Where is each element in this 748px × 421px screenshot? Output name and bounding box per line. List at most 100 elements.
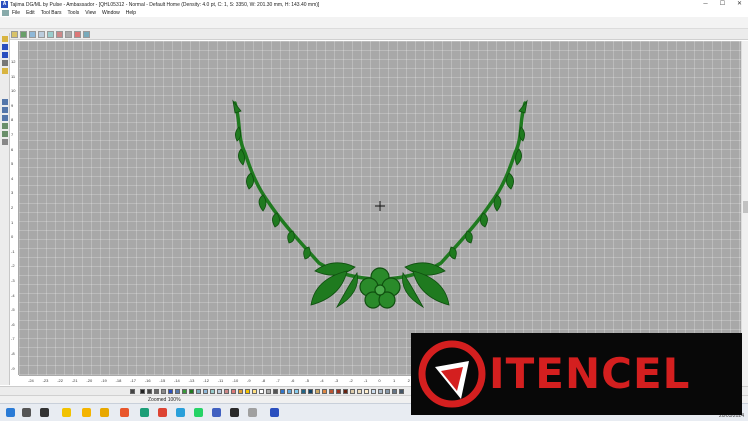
palette-swatch[interactable] [161, 389, 166, 394]
palette-swatch[interactable] [287, 389, 292, 394]
palette-swatch[interactable] [168, 389, 173, 394]
ruler-tick-label: -7 [11, 336, 15, 342]
help-icon[interactable] [2, 68, 8, 74]
open-file-icon[interactable] [20, 30, 27, 38]
new-file-icon[interactable] [11, 30, 18, 38]
fill-icon[interactable] [56, 30, 63, 38]
zoom-out-icon[interactable] [2, 115, 8, 121]
palette-swatch[interactable] [392, 389, 397, 394]
zoom-in-icon[interactable] [2, 107, 8, 113]
ruler-tick-label: -4 [320, 378, 324, 383]
norton-icon[interactable] [62, 408, 71, 417]
chrome-icon[interactable] [158, 408, 167, 417]
palette-swatch[interactable] [140, 389, 145, 394]
palette-swatch[interactable] [175, 389, 180, 394]
brand-logo-icon [418, 340, 486, 408]
grid-icon[interactable] [47, 30, 54, 38]
maximize-button[interactable]: ☐ [714, 0, 731, 9]
palette-swatch[interactable] [329, 389, 334, 394]
palette-swatch[interactable] [357, 389, 362, 394]
search-icon[interactable] [22, 408, 31, 417]
menu-file[interactable]: File [12, 10, 20, 16]
whatsapp-icon[interactable] [194, 408, 203, 417]
view-3d-icon[interactable] [83, 30, 90, 38]
vertical-scrollbar[interactable] [741, 41, 748, 386]
palette-swatch[interactable] [210, 389, 215, 394]
palette-swatch[interactable] [154, 389, 159, 394]
menu-window[interactable]: Window [102, 10, 120, 16]
ruler-tick-label: -21 [71, 378, 78, 383]
design-canvas[interactable] [19, 41, 741, 375]
palette-swatch[interactable] [385, 389, 390, 394]
scrollbar-thumb[interactable] [743, 201, 748, 213]
app-icon[interactable] [230, 408, 239, 417]
palette-swatch[interactable] [224, 389, 229, 394]
pencil-icon[interactable] [2, 139, 8, 145]
palette-swatch[interactable] [343, 389, 348, 394]
menu-view[interactable]: View [85, 10, 96, 16]
palette-swatch[interactable] [301, 389, 306, 394]
palette-swatch[interactable] [273, 389, 278, 394]
close-button[interactable]: ✕ [731, 0, 748, 9]
palette-arrow-icon[interactable] [130, 389, 135, 394]
arrow-up-icon[interactable] [2, 44, 8, 50]
ruler-tick-label: 8 [11, 117, 14, 123]
ruler-tick-label: 2 [407, 378, 410, 383]
measure-icon[interactable] [2, 131, 8, 137]
menu-help[interactable]: Help [126, 10, 136, 16]
folder-icon[interactable] [2, 36, 8, 42]
palette-swatch[interactable] [259, 389, 264, 394]
pan-icon[interactable] [2, 123, 8, 129]
palette-swatch[interactable] [266, 389, 271, 394]
arrow-down-icon[interactable] [2, 52, 8, 58]
embroidery-design[interactable] [19, 41, 741, 375]
color-icon[interactable] [74, 30, 81, 38]
palette-swatch[interactable] [350, 389, 355, 394]
palette-swatch[interactable] [294, 389, 299, 394]
app-icon[interactable] [212, 408, 221, 417]
document-icon[interactable] [2, 10, 9, 16]
palette-swatch[interactable] [147, 389, 152, 394]
menu-tools[interactable]: Tools [68, 10, 80, 16]
printer-icon[interactable] [2, 60, 8, 66]
task-view-icon[interactable] [40, 408, 49, 417]
telegram-icon[interactable] [176, 408, 185, 417]
menu-tool-bars[interactable]: Tool Bars [41, 10, 62, 16]
leaf [465, 230, 473, 244]
palette-swatch[interactable] [189, 389, 194, 394]
explorer-icon[interactable] [82, 408, 91, 417]
palette-swatch[interactable] [203, 389, 208, 394]
app-icon[interactable] [248, 408, 257, 417]
minimize-button[interactable]: ─ [697, 0, 714, 9]
tajima-taskbar-icon[interactable] [270, 408, 279, 417]
palette-swatch[interactable] [245, 389, 250, 394]
firefox-icon[interactable] [120, 408, 129, 417]
palette-swatch[interactable] [238, 389, 243, 394]
palette-swatch[interactable] [322, 389, 327, 394]
palette-swatch[interactable] [399, 389, 404, 394]
palette-swatch[interactable] [182, 389, 187, 394]
stitch-icon[interactable] [65, 30, 72, 38]
ruler-tick-label: -6 [290, 378, 295, 383]
folder-icon[interactable] [100, 408, 109, 417]
palette-swatch[interactable] [308, 389, 313, 394]
palette-swatch[interactable] [336, 389, 341, 394]
palette-swatch[interactable] [217, 389, 222, 394]
palette-swatch[interactable] [364, 389, 369, 394]
palette-swatch[interactable] [280, 389, 285, 394]
palette-swatch[interactable] [371, 389, 376, 394]
left-vine [233, 101, 373, 281]
edge-icon[interactable] [140, 408, 149, 417]
palette-swatch[interactable] [252, 389, 257, 394]
palette-swatch[interactable] [315, 389, 320, 394]
leaf [232, 99, 242, 114]
palette-swatch[interactable] [196, 389, 201, 394]
palette-swatch[interactable] [378, 389, 383, 394]
design-icon[interactable] [29, 30, 36, 38]
select-icon[interactable] [2, 99, 8, 105]
palette-swatch[interactable] [231, 389, 236, 394]
outline-icon[interactable] [38, 30, 45, 38]
ruler-tick-label: 11 [11, 73, 16, 79]
start-icon[interactable] [6, 408, 15, 417]
menu-edit[interactable]: Edit [26, 10, 35, 16]
